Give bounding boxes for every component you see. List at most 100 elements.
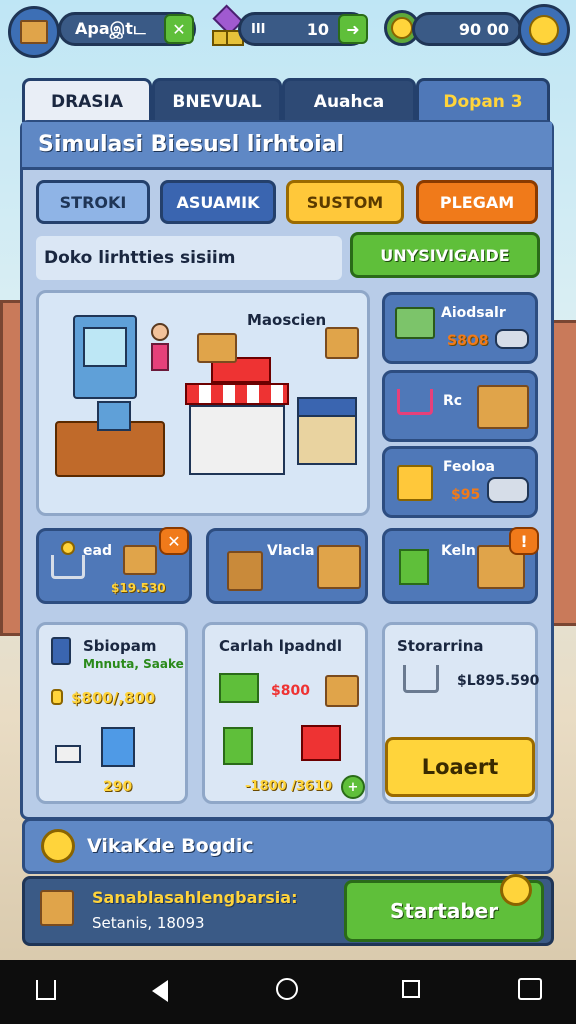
green-crate-icon [219, 673, 259, 703]
shopping-cart-icon [403, 665, 439, 693]
counter-screen-icon [97, 401, 131, 431]
vending-machine-icon [73, 315, 137, 399]
cart-goods-icon [395, 307, 435, 339]
side-item-price: S8O8 [447, 333, 489, 349]
info-card-1[interactable]: Sbiopam Mnnuta, Saake $800/,800 290 [36, 622, 188, 804]
check-button-icon[interactable]: ✕ [164, 14, 194, 44]
tab-label: Auahca [313, 91, 385, 112]
middle-card-name: Keln [441, 543, 476, 559]
tab-label: Dopan 3 [443, 91, 523, 112]
page-title: Simulasi Biesusl lirhtoial [38, 132, 345, 157]
crate-stack-icon [477, 385, 529, 429]
alert-badge-icon[interactable]: ! [509, 527, 539, 555]
category-button-plegam[interactable]: PLEGAM [416, 180, 538, 224]
subheader-text: Doko lirhtties sisiim [44, 248, 236, 268]
cash-register-icon [487, 477, 529, 503]
info-card-value: $800 [271, 683, 310, 699]
tab-dopan[interactable]: Dopan 3 [416, 78, 550, 122]
banner[interactable]: VikaKde Bogdic [22, 818, 554, 874]
recents-icon[interactable] [402, 980, 420, 998]
middle-card-name: Vlacla [267, 543, 315, 559]
side-item-2[interactable]: Rc [382, 370, 538, 442]
settings-coin-icon[interactable] [518, 4, 570, 56]
category-button-sustom[interactable]: SUSTOM [286, 180, 404, 224]
tab-drasia[interactable]: DRASIA [22, 78, 152, 122]
crate-icon [325, 675, 359, 707]
middle-card-1[interactable]: ead $19.530 ✕ [36, 527, 192, 604]
button-label: SUSTOM [306, 192, 384, 212]
close-badge-icon[interactable]: ✕ [159, 527, 189, 555]
button-label: Loaert [421, 755, 499, 779]
load-button[interactable]: Loaert [385, 737, 535, 797]
crate-icon [197, 333, 237, 363]
crate-icon [123, 545, 157, 575]
info-card-value-2: -1800 /3610 [245, 779, 333, 794]
lock-coin-icon [500, 874, 532, 906]
info-card-3[interactable]: Storarrina $L895.590 Loaert [382, 622, 540, 804]
side-item-name: Rc [443, 393, 463, 409]
info-card-title: Sbiopam [83, 637, 157, 655]
add-resource-button[interactable]: ➜ [338, 14, 368, 44]
side-item-price: $95 [451, 487, 481, 503]
small-shop-icon [297, 397, 357, 465]
button-label: ASUAMIK [176, 192, 260, 212]
tab-label: DRASIA [50, 91, 124, 112]
upgrade-button[interactable]: UNYSIVIGAIDE [350, 232, 540, 278]
info-card-count: 290 [103, 779, 133, 795]
middle-card-2[interactable]: Vlacla [206, 528, 368, 604]
middle-card-name: ead [83, 543, 112, 559]
scanner-icon [495, 329, 529, 349]
shopping-cart-icon [397, 389, 433, 415]
crate-icon [325, 327, 359, 359]
footer-title: Sanablasahlengbarsia: [92, 888, 298, 907]
book-icon [399, 549, 429, 585]
category-button-asuamik[interactable]: ASUAMIK [160, 180, 276, 224]
resource-bar-3: 90 00 [412, 12, 522, 46]
back-icon[interactable] [152, 980, 168, 1002]
side-item-3[interactable]: Feoloa $95 [382, 446, 538, 518]
phone-icon [51, 637, 71, 665]
button-label: Startaber [389, 899, 499, 923]
cart-icon [51, 555, 85, 579]
subheader-row: Doko lirhtties sisiim [36, 236, 342, 280]
footer-subtitle: Setanis, 18093 [92, 914, 205, 932]
button-label: STROKI [59, 192, 127, 212]
info-card-title: Carlah lpadndl [219, 637, 342, 655]
info-card-value: $L895.590 [457, 673, 540, 689]
coin-small-icon [61, 541, 75, 555]
side-item-1[interactable]: Aiodsalr S8O8 [382, 292, 538, 364]
lock-icon[interactable] [518, 978, 542, 1000]
resource-2-label: III [251, 21, 266, 37]
info-card-value: $800/,800 [71, 689, 156, 707]
tab-label: BNEVUAL [172, 91, 262, 112]
header-bar: Simulasi Biesusl lirhtoial [22, 122, 552, 170]
green-badge-icon[interactable]: + [341, 775, 365, 799]
shopkeeper-icon [151, 323, 169, 383]
middle-card-price: $19.530 [111, 581, 166, 595]
middle-card-3[interactable]: Keln ! [382, 527, 539, 604]
footer-box-icon [40, 890, 74, 926]
banner-text: VikaKde Bogdic [87, 835, 254, 857]
side-item-name: Feoloa [443, 459, 495, 475]
resource-1-value: Apaஇtட [75, 18, 146, 38]
info-card-title: Storarrina [397, 637, 484, 655]
box-icon[interactable] [8, 6, 60, 58]
tab-bnevual[interactable]: BNEVUAL [152, 78, 282, 122]
tab-auahca[interactable]: Auahca [282, 78, 416, 122]
resource-2-value: 10 [306, 19, 329, 39]
scene-label: Maoscien [247, 311, 327, 329]
store-scene[interactable]: Maoscien [36, 290, 370, 516]
side-item-name: Aiodsalr [441, 305, 506, 321]
coin-small-icon [51, 689, 63, 705]
plant-box-icon [227, 551, 263, 591]
crate-icon [317, 545, 361, 589]
category-button-stroki[interactable]: STROKI [36, 180, 150, 224]
home-icon[interactable] [36, 980, 56, 1000]
resource-3-value: 90 00 [458, 19, 509, 39]
circle-home-icon[interactable] [276, 978, 298, 1000]
button-label: PLEGAM [439, 192, 515, 212]
coin-icon [41, 829, 75, 863]
blue-box-icon [101, 727, 135, 767]
info-card-2[interactable]: Carlah lpadndl $800 -1800 /3610 + [202, 622, 368, 804]
cash-bundle-icon [55, 745, 81, 763]
